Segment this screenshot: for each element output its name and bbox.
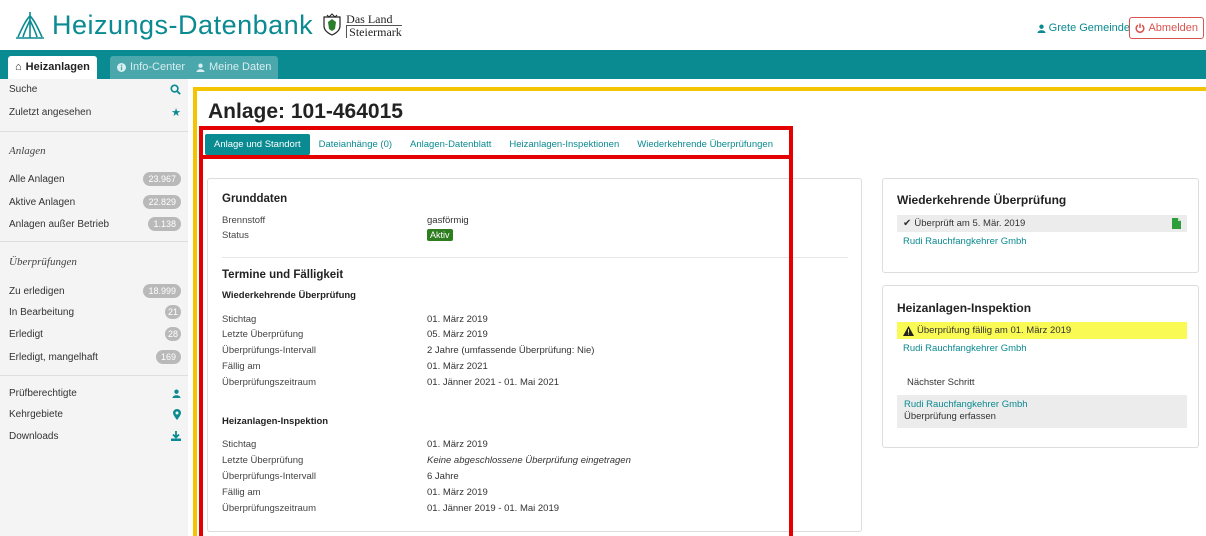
wu-summary-title: Wiederkehrende Überprüfung [897,193,1067,207]
user-icon [196,63,205,72]
search-icon [170,83,181,95]
tab-heizanlagen-inspektionen[interactable]: Heizanlagen-Inspektionen [500,134,628,155]
download-icon [171,431,181,441]
count-badge: 28 [165,327,181,341]
count-badge: 169 [155,350,181,364]
next-step-label: Nächster Schritt [907,377,975,388]
user-name: Grete Gemeinde [1048,22,1130,34]
hi-row: Letzte Überprüfung Keine abgeschlossene … [222,455,631,466]
tab-dateianhaenge[interactable]: Dateianhänge (0) [310,134,401,155]
hi-row: Überprüfungs-Intervall 6 Jahre [222,471,459,482]
sidebar-item-done[interactable]: Erledigt 28 [9,325,181,343]
wu-summary-panel: Wiederkehrende Überprüfung ✔ Überprüft a… [882,178,1199,273]
sidebar-item-done-defect[interactable]: Erledigt, mangelhaft 169 [9,348,181,366]
hi-summary-title: Heizanlagen-Inspektion [897,301,1032,315]
wu-status-bar: ✔ Überprüft am 5. Mär. 2019 [897,215,1187,232]
sidebar: Suche Zuletzt angesehen ★ Anlagen Alle A… [0,79,188,536]
sidebar-item-all-anlagen[interactable]: Alle Anlagen 23.967 [9,170,181,188]
grunddaten-heading: Grunddaten [222,193,288,205]
divider [0,131,188,132]
sidebar-item-inactive-anlagen[interactable]: Anlagen außer Betrieb 1.138 [9,215,181,233]
grunddaten-panel: Grunddaten Brennstoff gasförmig Status A… [207,178,862,532]
wu-row: Fällig am 01. März 2021 [222,361,488,372]
logout-button[interactable]: Abmelden [1129,17,1204,39]
app-header: Heizungs-Datenbank Das Land Steiermark G… [0,0,1206,50]
tab-wiederkehrende-ueberpruefungen[interactable]: Wiederkehrende Überprüfungen [628,134,782,155]
check-icon: ✔ [903,218,912,229]
count-badge: 23.967 [143,172,181,186]
divider [222,257,848,258]
sidebar-item-districts[interactable]: Kehrgebiete [9,405,181,423]
next-step-company: Rudi Rauchfangkehrer Gmbh [904,399,1028,410]
app-logo[interactable]: Heizungs-Datenbank Das Land Steiermark [14,10,402,40]
wu-row: Überprüfungszeitraum 01. Jänner 2021 - 0… [222,377,560,388]
termine-heading: Termine und Fälligkeit [222,269,344,281]
count-badge: 18.999 [143,284,181,298]
hi-row: Überprüfungszeitraum 01. Jänner 2019 - 0… [222,503,560,514]
app-title: Heizungs-Datenbank [52,10,314,40]
tab-info-center[interactable]: Info-Center [110,56,193,79]
page-title: Anlage: 101-464015 [208,100,403,123]
power-icon [1135,23,1145,33]
tab-heizanlagen[interactable]: ⌂ Heizanlagen [8,56,97,79]
tab-anlagen-datenblatt[interactable]: Anlagen-Datenblatt [401,134,500,155]
wu-heading: Wiederkehrende Überprüfung [222,290,356,301]
tab-meine-daten[interactable]: Meine Daten [189,56,279,79]
wu-row: Überprüfungs-Intervall 2 Jahre (umfassen… [222,345,595,356]
land-steiermark-label: Das Land Steiermark [346,11,402,39]
wu-row: Letzte Überprüfung 05. März 2019 [222,329,488,340]
detail-tabs: Anlage und Standort Dateianhänge (0) Anl… [205,133,782,155]
wu-row: Stichtag 01. März 2019 [222,314,488,325]
warning-icon [903,325,914,336]
divider [0,241,188,242]
sidebar-item-active-anlagen[interactable]: Aktive Anlagen 22.829 [9,193,181,211]
next-step-action: Überprüfung erfassen [904,411,996,422]
next-step-box[interactable]: Rudi Rauchfangkehrer Gmbh Überprüfung er… [897,395,1187,428]
hi-row: Fällig am 01. März 2019 [222,487,488,498]
divider [0,375,188,376]
sidebar-item-recent[interactable]: Zuletzt angesehen ★ [9,103,181,121]
sidebar-item-search[interactable]: Suche [9,80,181,98]
fuel-row: Brennstoff gasförmig [222,215,469,226]
sidebar-item-in-progress[interactable]: In Bearbeitung 21 [9,303,181,321]
user-icon [172,389,181,398]
user-icon [1037,24,1046,33]
count-badge: 1.138 [148,217,181,231]
sidebar-item-todo[interactable]: Zu erledigen 18.999 [9,282,181,300]
hi-summary-panel: Heizanlagen-Inspektion Überprüfung fälli… [882,285,1199,448]
coat-of-arms-icon [323,13,341,36]
wu-company-link[interactable]: Rudi Rauchfangkehrer Gmbh [903,236,1027,247]
sidebar-item-inspectors[interactable]: Prüfberechtigte [9,384,181,402]
hi-company-link[interactable]: Rudi Rauchfangkehrer Gmbh [903,343,1027,354]
hi-row: Stichtag 01. März 2019 [222,439,488,450]
count-badge: 22.829 [143,195,181,209]
count-badge: 21 [165,305,181,319]
info-icon [117,63,126,72]
flame-logo-icon [16,12,44,39]
hi-heading: Heizanlagen-Inspektion [222,416,329,427]
pdf-file-icon[interactable] [1172,218,1181,229]
status-row: Status Aktiv [222,229,842,244]
user-menu[interactable]: Grete Gemeinde [1037,22,1130,34]
tab-anlage-und-standort[interactable]: Anlage und Standort [205,133,310,155]
star-icon: ★ [171,106,181,119]
main-nav: ⌂ Heizanlagen Info-Center Meine Daten [0,50,1206,79]
status-badge: Aktiv [427,229,453,241]
sidebar-item-downloads[interactable]: Downloads [9,427,181,445]
section-ueberpruefungen: Überprüfungen [9,256,77,268]
hi-status-bar: Überprüfung fällig am 01. März 2019 [897,322,1187,339]
map-marker-icon [173,408,181,420]
home-icon: ⌂ [15,61,22,73]
section-anlagen: Anlagen [9,145,46,157]
